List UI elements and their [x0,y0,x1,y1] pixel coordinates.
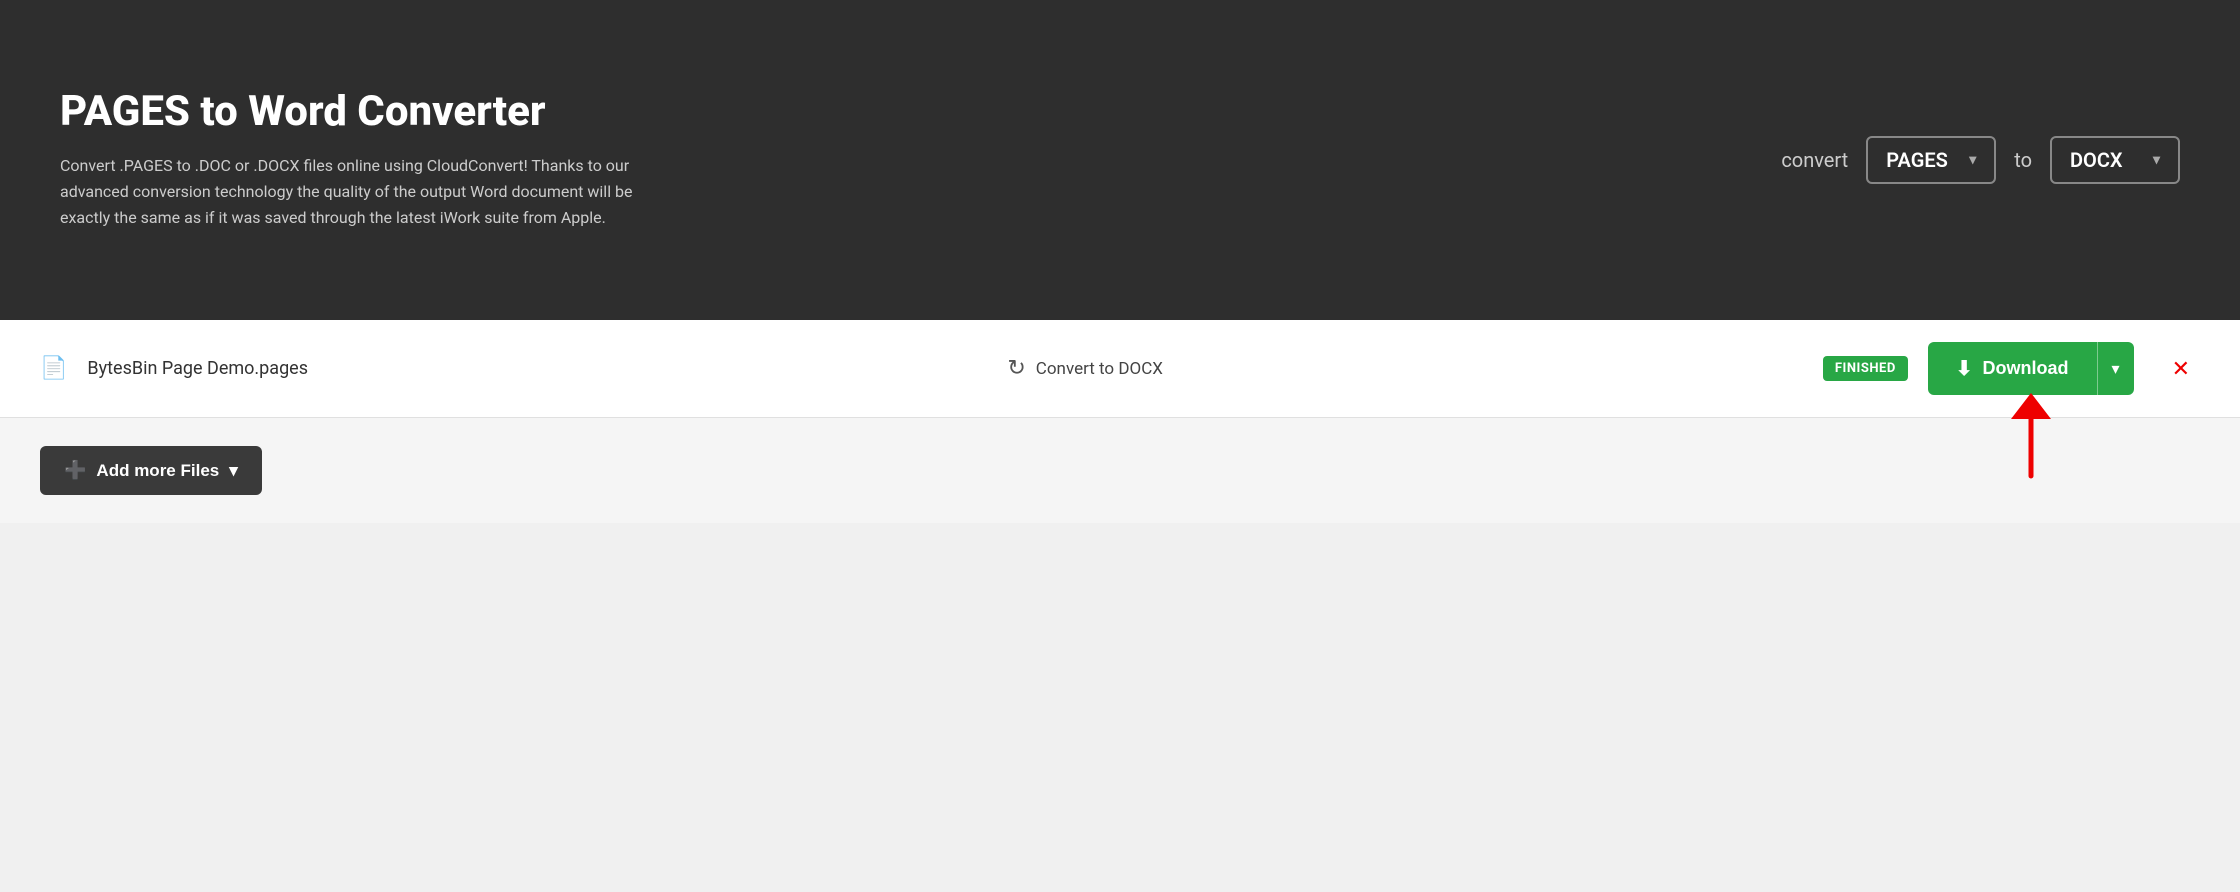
add-files-row: ➕ Add more Files ▾ [0,418,2240,523]
download-button[interactable]: ⬇ Download [1928,342,2097,395]
hero-text-block: PAGES to Word Converter Convert .PAGES t… [60,88,640,231]
add-files-chevron-icon: ▾ [229,461,238,481]
hero-description: Convert .PAGES to .DOC or .DOCX files on… [60,153,640,232]
to-format-chevron-icon: ▾ [2153,152,2160,168]
add-files-label: Add more Files [96,461,219,481]
from-format-chevron-icon: ▾ [1969,152,1976,168]
main-content: 📄 BytesBin Page Demo.pages ↻ Convert to … [0,320,2240,523]
to-format-value: DOCX [2070,148,2123,172]
file-icon: 📄 [40,356,67,381]
add-files-icon: ➕ [64,460,86,481]
convert-label: convert [1781,148,1848,172]
page-title: PAGES to Word Converter [60,88,640,136]
file-name: BytesBin Page Demo.pages [87,358,347,379]
download-label: Download [1983,358,2069,379]
refresh-icon: ↻ [1007,356,1025,381]
download-dropdown-button[interactable]: ▾ [2097,342,2134,395]
from-format-select[interactable]: PAGES ▾ [1866,136,1996,184]
download-section: ⬇ Download ▾ [1928,342,2134,395]
hero-section: PAGES to Word Converter Convert .PAGES t… [0,0,2240,320]
close-button[interactable]: ✕ [2162,350,2200,388]
converter-controls: convert PAGES ▾ to DOCX ▾ [1781,136,2180,184]
to-format-select[interactable]: DOCX ▾ [2050,136,2180,184]
convert-to-label: Convert to DOCX [1036,359,1163,379]
download-chevron-icon: ▾ [2112,361,2120,378]
from-format-value: PAGES [1886,148,1948,172]
add-files-button[interactable]: ➕ Add more Files ▾ [40,446,262,495]
to-label: to [2014,148,2032,172]
status-badge: FINISHED [1823,356,1908,381]
convert-action-block: ↻ Convert to DOCX [367,356,1803,381]
file-row: 📄 BytesBin Page Demo.pages ↻ Convert to … [0,320,2240,418]
download-icon: ⬇ [1956,356,1973,381]
